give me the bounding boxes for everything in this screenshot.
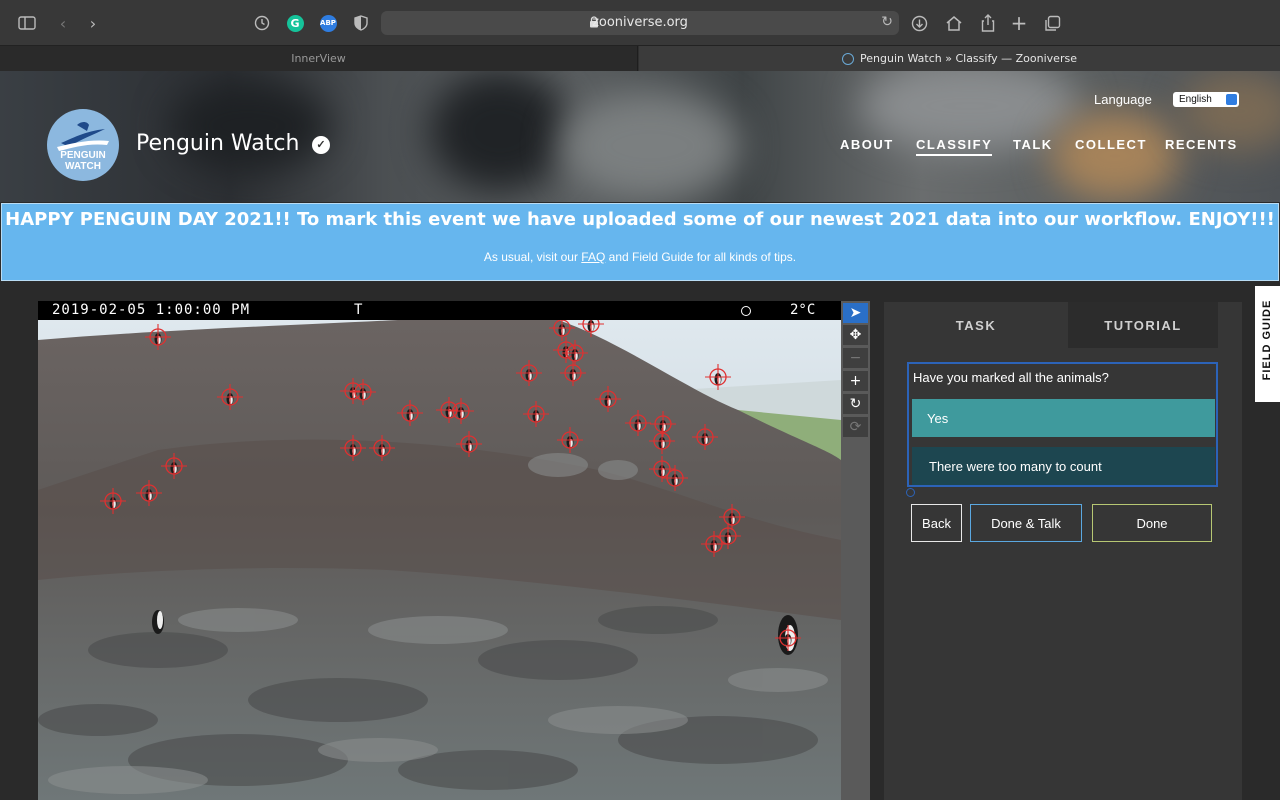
logo-text-line2: WATCH xyxy=(65,161,101,172)
field-guide-tab[interactable]: FIELD GUIDE xyxy=(1255,286,1280,402)
address-bar[interactable]: zooniverse.org ↻ xyxy=(381,11,899,35)
adblock-label: ABP xyxy=(319,14,337,32)
language-select[interactable]: English xyxy=(1173,92,1239,107)
zoom-out-icon[interactable]: − xyxy=(843,348,868,368)
camera-temperature: 2°C xyxy=(790,302,816,318)
reset-icon[interactable]: ⟳ xyxy=(843,417,868,437)
grammarly-label: G xyxy=(286,14,304,32)
nav-talk[interactable]: TALK xyxy=(1013,137,1053,152)
announcement-banner: HAPPY PENGUIN DAY 2021!! To mark this ev… xyxy=(1,203,1279,281)
grammarly-icon[interactable]: G xyxy=(284,12,306,34)
language-value: English xyxy=(1179,94,1212,105)
tab-penguin-watch[interactable]: Penguin Watch » Classify — Zooniverse xyxy=(639,46,1280,71)
share-icon[interactable] xyxy=(977,12,999,34)
select-arrow-icon xyxy=(1226,94,1237,105)
pointer-tool-icon[interactable]: ➤ xyxy=(843,303,868,323)
tab-innerview[interactable]: InnerView xyxy=(0,46,638,71)
announcement-sub-before: As usual, visit our xyxy=(483,250,582,264)
logo-text-line1: PENGUIN xyxy=(60,150,106,161)
project-header: PENGUIN WATCH Penguin Watch ✓ Language E… xyxy=(0,71,1280,202)
done-and-talk-button[interactable]: Done & Talk xyxy=(970,504,1082,542)
download-icon[interactable] xyxy=(908,12,930,34)
back-button[interactable]: Back xyxy=(911,504,962,542)
browser-toolbar: ‹ › G ABP zooniverse.org ↻ + xyxy=(0,0,1280,46)
project-logo[interactable]: PENGUIN WATCH xyxy=(47,109,119,181)
tab-title: Penguin Watch » Classify — Zooniverse xyxy=(860,52,1077,65)
clock-icon[interactable] xyxy=(251,12,273,34)
nav-classify[interactable]: CLASSIFY xyxy=(916,137,993,156)
adblock-icon[interactable]: ABP xyxy=(317,12,339,34)
done-button[interactable]: Done xyxy=(1092,504,1212,542)
faq-link[interactable]: FAQ xyxy=(581,250,605,264)
reload-icon[interactable]: ↻ xyxy=(881,14,893,30)
answer-yes[interactable]: Yes xyxy=(912,399,1215,437)
shield-icon[interactable] xyxy=(350,12,372,34)
home-icon[interactable] xyxy=(943,12,965,34)
camera-timestamp: 2019-02-05 1:00:00 PM xyxy=(52,302,251,318)
image-toolbar: ➤ ✥ − + ↻ ⟳ xyxy=(841,301,870,800)
rotate-icon[interactable]: ↻ xyxy=(843,394,868,414)
tab-tutorial[interactable]: TUTORIAL xyxy=(1068,302,1218,348)
tabs-icon[interactable] xyxy=(1041,12,1063,34)
announcement-subtext: As usual, visit our FAQ and Field Guide … xyxy=(2,250,1278,264)
nav-collect[interactable]: COLLECT xyxy=(1075,137,1147,152)
project-title[interactable]: Penguin Watch xyxy=(136,131,299,156)
tab-task[interactable]: TASK xyxy=(884,302,1068,348)
subject-image-viewer[interactable]: 2019-02-05 1:00:00 PM T 2°C xyxy=(38,301,841,800)
sidebar-icon[interactable] xyxy=(16,12,38,34)
pan-tool-icon[interactable]: ✥ xyxy=(843,325,868,345)
moon-phase-icon xyxy=(741,306,751,316)
verified-badge-icon: ✓ xyxy=(312,136,330,154)
url-text: zooniverse.org xyxy=(592,15,688,30)
page-gutter xyxy=(1242,402,1255,800)
zoom-in-icon[interactable]: + xyxy=(843,371,868,391)
task-question: Have you marked all the animals? xyxy=(913,370,1109,385)
announcement-headline: HAPPY PENGUIN DAY 2021!! To mark this ev… xyxy=(5,209,1275,230)
focus-dot-icon xyxy=(906,488,915,497)
camera-info-bar: 2019-02-05 1:00:00 PM T 2°C xyxy=(38,301,841,320)
field-guide-label: FIELD GUIDE xyxy=(1261,299,1273,381)
announcement-sub-after: and Field Guide for all kinds of tips. xyxy=(605,250,797,264)
forward-icon[interactable]: › xyxy=(82,12,104,34)
new-tab-icon[interactable]: + xyxy=(1008,11,1030,35)
tab-title: InnerView xyxy=(291,52,346,65)
zooniverse-favicon-icon xyxy=(842,52,855,65)
back-icon[interactable]: ‹ xyxy=(52,12,74,34)
camera-letter: T xyxy=(354,302,363,318)
penguin-colony-photo xyxy=(38,320,841,800)
question-box: Have you marked all the animals? Yes The… xyxy=(907,362,1218,487)
nav-about[interactable]: ABOUT xyxy=(840,137,894,152)
answer-too-many[interactable]: There were too many to count xyxy=(912,447,1215,485)
language-label: Language xyxy=(1094,92,1152,107)
task-panel: TASK TUTORIAL Have you marked all the an… xyxy=(884,302,1242,800)
nav-recents[interactable]: RECENTS xyxy=(1165,137,1238,152)
tab-bar: InnerView Penguin Watch » Classify — Zoo… xyxy=(0,46,1280,71)
